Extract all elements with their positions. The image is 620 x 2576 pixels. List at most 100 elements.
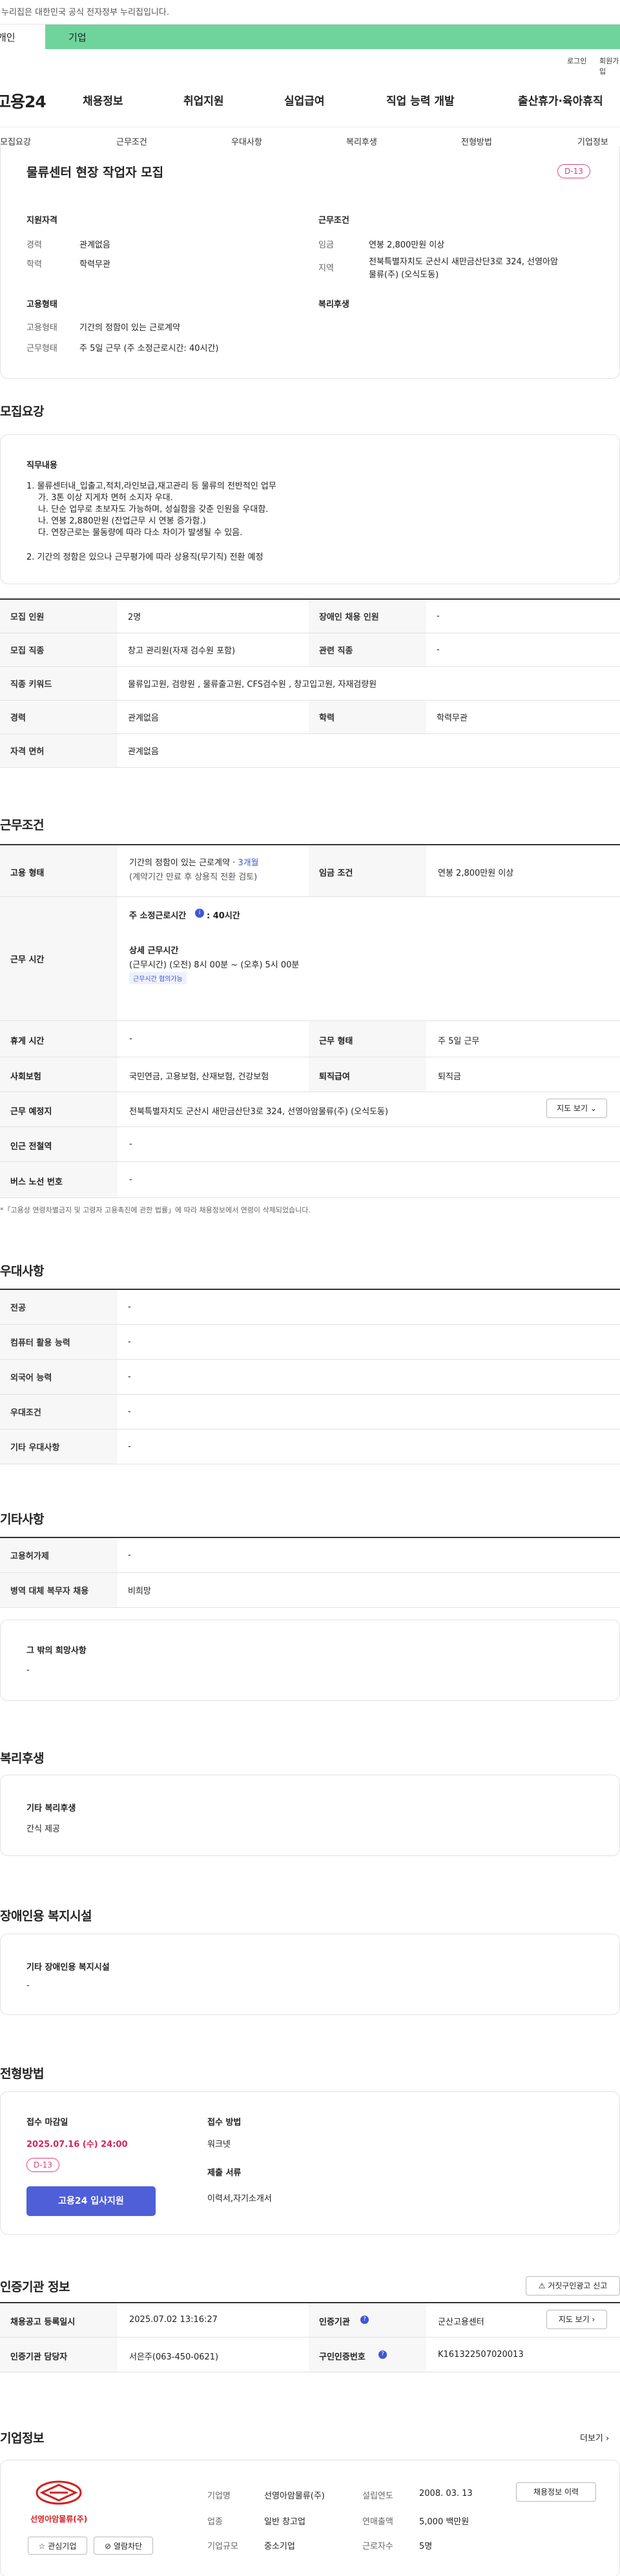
cell-value: - bbox=[118, 1324, 620, 1360]
size-label: 기업규모 bbox=[207, 2542, 238, 2551]
career-value: 관계없음 bbox=[79, 240, 110, 250]
size-value: 중소기업 bbox=[264, 2542, 295, 2551]
gov-banner-text: 이 누리집은 대한민국 공식 전자정부 누리집입니다. bbox=[0, 8, 169, 17]
chevron-right-icon: › bbox=[592, 2315, 595, 2324]
table-row: 기타 우대사항 - bbox=[0, 1429, 620, 1464]
weekly-hours-label: 주 소정근로시간 bbox=[129, 911, 187, 921]
cell-header: 병역 대체 복무자 채용 bbox=[0, 1572, 118, 1608]
company-more-link[interactable]: 더보기 › bbox=[580, 2431, 609, 2444]
cell-value: 2025.07.02 13:16:27 bbox=[129, 2315, 218, 2325]
chevron-right-icon: › bbox=[606, 2434, 610, 2444]
login-link[interactable]: 로그인 bbox=[567, 56, 586, 66]
cell-header: 채용공고 등록일시 bbox=[10, 2317, 76, 2327]
cell-value: 창고 관리원(자재 검수원 포함) bbox=[118, 633, 309, 667]
company-name-value: 선영아암물류(주) bbox=[264, 2491, 325, 2501]
cell-header: 인근 전철역 bbox=[10, 1142, 52, 1152]
cell-value: - bbox=[426, 599, 620, 633]
cell-header: 모집 인원 bbox=[0, 599, 118, 633]
method-value: 워크넷 bbox=[207, 2140, 231, 2149]
cell-header: 인증기관 bbox=[319, 2317, 350, 2327]
info-icon[interactable]: i bbox=[195, 909, 204, 918]
cell-header: 고용허가제 bbox=[0, 1537, 118, 1573]
block-company-button[interactable]: ⊘ 열람차단 bbox=[94, 2537, 153, 2555]
report-button[interactable]: ⚠ 거짓구인광고 신고 bbox=[526, 2276, 620, 2296]
gnav-training[interactable]: 직업 능력 개발 bbox=[386, 92, 455, 108]
favorite-company-button[interactable]: ☆ 관심기업 bbox=[28, 2537, 87, 2555]
cert-map-button[interactable]: 지도 보기 › bbox=[546, 2310, 607, 2329]
table-row: 컴퓨터 활용 능력 - bbox=[0, 1324, 620, 1360]
box-heading: 기타 복리후생 bbox=[26, 1804, 76, 1813]
apply-button[interactable]: 고용24 입사지원 bbox=[26, 2186, 156, 2216]
page: 이 누리집은 대한민국 공식 전자정부 누리집입니다. 개인 기업 로그인 회원… bbox=[0, 0, 620, 2576]
emp-type: 기간의 정함이 있는 근로계약 · bbox=[129, 858, 236, 868]
cell-header: 고용 형태 bbox=[10, 869, 45, 878]
emp-note: (계약기간 만료 후 상용직 전환 검토) bbox=[129, 872, 258, 882]
table-row: 직종 키워드 물류입고원, 검량원 , 물류출고원, CFS검수원 , 창고입고원… bbox=[0, 666, 620, 701]
sales-label: 연매출액 bbox=[362, 2517, 393, 2527]
map-button[interactable]: 지도 보기 ⌄ bbox=[546, 1099, 607, 1118]
cell-header: 근무 시간 bbox=[10, 955, 45, 965]
tab-personal[interactable]: 개인 bbox=[0, 25, 45, 49]
edu-label: 학력 bbox=[26, 260, 42, 269]
cell-header: 임금 조건 bbox=[319, 869, 353, 878]
duty-line: 나. 단순 업무로 초보자도 가능하며, 성실함을 갖춘 인원을 우대함. bbox=[38, 505, 269, 514]
site-logo[interactable]: 고용24 bbox=[0, 89, 46, 112]
box-heading: 그 밖의 희망사항 bbox=[26, 1646, 87, 1656]
detail-hours-value: (근무시간) (오전) 8시 00분 ~ (오후) 5시 00분 bbox=[129, 960, 300, 970]
workplace-address: 전북특별자치도 군산시 새만금산단3로 324, 선영아암물류(주) (오식도동… bbox=[129, 1107, 389, 1117]
divider bbox=[118, 1161, 620, 1162]
info-icon[interactable]: ? bbox=[378, 2350, 387, 2359]
employees-value: 5명 bbox=[419, 2542, 433, 2551]
cell-value: 서은주(063-450-0621) bbox=[129, 2352, 219, 2362]
gnav-jobs[interactable]: 채용정보 bbox=[83, 92, 123, 108]
cell-value: 관계없음 bbox=[118, 734, 620, 768]
company-card: 선영아암물류(주) ☆ 관심기업 ⊘ 열람차단 기업명 선영아암물류(주) 설립… bbox=[0, 2460, 620, 2576]
table-row: 자격 면허 관계없음 bbox=[0, 734, 620, 768]
cell-value: 연봉 2,800만원 이상 bbox=[438, 869, 514, 878]
docs-label: 제출 서류 bbox=[207, 2168, 242, 2178]
employees-label: 근로자수 bbox=[362, 2542, 393, 2551]
tab-company[interactable]: 기업 bbox=[45, 25, 620, 49]
info-icon[interactable]: ? bbox=[360, 2316, 369, 2324]
table-row: 우대조건 - bbox=[0, 1394, 620, 1430]
hours-value: 주 5일 근무 (주 소정근로시간: 40시간) bbox=[79, 344, 219, 354]
cell-header: 외국어 능력 bbox=[0, 1359, 118, 1395]
duty-line: 1. 물류센터내_입출고,적치,라인보급,재고관리 등 물류의 전반적인 업무 bbox=[26, 481, 276, 491]
gnav-leave[interactable]: 출산휴가·육아휴직 bbox=[518, 92, 603, 108]
chevron-down-icon: ⌄ bbox=[590, 1104, 597, 1113]
divider bbox=[0, 2337, 620, 2338]
top-tabs: 개인 기업 bbox=[0, 25, 620, 49]
deadline-value: 2025.07.16 (수) 24:00 bbox=[26, 2140, 128, 2149]
cell-value: 비희망 bbox=[118, 1572, 620, 1608]
cell-value: 물류입고원, 검량원 , 물류출고원, CFS검수원 , 창고입고원, 자재검량… bbox=[118, 666, 620, 701]
divider bbox=[426, 896, 620, 897]
cell-value: 학력무관 bbox=[426, 700, 620, 734]
cell-value: 군산고용센터 bbox=[438, 2317, 484, 2327]
signup-link[interactable]: 회원가입 bbox=[599, 56, 620, 76]
gnav-employment-support[interactable]: 취업지원 bbox=[183, 92, 224, 108]
table-row: 병역 대체 복무자 채용 비희망 bbox=[0, 1572, 620, 1608]
summary-card: 물류센터 현장 작업자 모집 D-13 지원자격 근무조건 경력 관계없음 학력… bbox=[0, 146, 620, 379]
recruit-title: 모집요강 bbox=[0, 405, 44, 419]
cell-header: 휴게 시간 bbox=[10, 1037, 45, 1046]
gov-banner: 이 누리집은 대한민국 공식 전자정부 누리집입니다. bbox=[0, 0, 620, 25]
etc-table: 고용허가제 - 병역 대체 복무자 채용 비희망 bbox=[0, 1537, 620, 1608]
career-label: 경력 bbox=[26, 240, 42, 250]
founded-label: 설립연도 bbox=[362, 2491, 393, 2501]
cell-header: 모집 직종 bbox=[0, 633, 118, 667]
cell-value: - bbox=[118, 1394, 620, 1430]
dday-badge: D-13 bbox=[26, 2158, 59, 2172]
detail-hours-label: 상세 근무시간 bbox=[129, 946, 179, 956]
cell-value: 주 5일 근무 bbox=[438, 1037, 480, 1046]
cert-table: 채용공고 등록일시 2025.07.02 13:16:27 인증기관 ? 군산고… bbox=[0, 2302, 620, 2372]
duty-heading: 직무내용 bbox=[26, 461, 57, 470]
founded-value: 2008. 03. 13 bbox=[419, 2489, 473, 2498]
cell-value: - bbox=[426, 633, 620, 667]
disab-box: 기타 장애인용 복지시설 - bbox=[0, 1934, 620, 2015]
history-button[interactable]: 채용정보 이력 bbox=[516, 2482, 596, 2502]
cell-header: 컴퓨터 활용 능력 bbox=[0, 1324, 118, 1360]
cell-header: 경력 bbox=[0, 700, 118, 734]
cert-title: 인증기관 정보 bbox=[0, 2280, 70, 2294]
hours-label: 근무형태 bbox=[26, 344, 57, 354]
gnav-unemployment[interactable]: 실업급여 bbox=[284, 92, 325, 108]
